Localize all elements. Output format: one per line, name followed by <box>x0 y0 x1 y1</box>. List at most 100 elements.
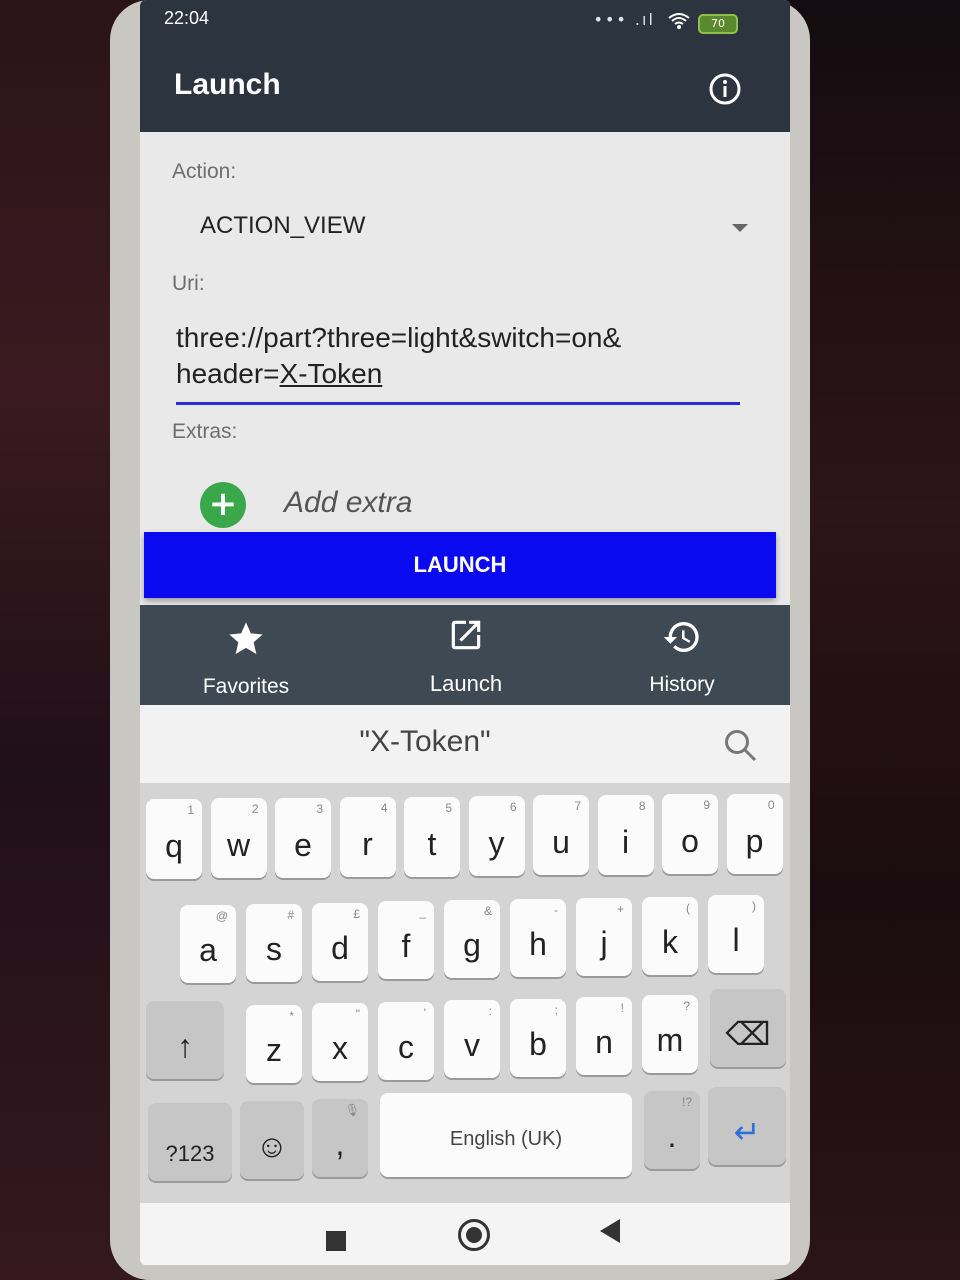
key-hint: ' <box>423 1005 426 1020</box>
action-spinner-value: ACTION_VIEW <box>200 212 366 239</box>
wifi-icon <box>668 12 690 29</box>
key-k[interactable]: (k <box>642 896 698 975</box>
key-label: z <box>266 1032 282 1068</box>
key-label: d <box>331 929 349 966</box>
comma-key[interactable]: 🎙 , <box>312 1099 368 1177</box>
symbols-key[interactable]: ?123 <box>148 1103 232 1181</box>
key-j[interactable]: + j <box>576 897 632 976</box>
action-label: Action: <box>172 160 237 183</box>
phone-screen: 22:04 ••• .ıl 70 Launch Action: ACTION_V… <box>140 0 790 1265</box>
key-label: s <box>266 930 282 967</box>
key-i[interactable]: 8i <box>597 794 654 875</box>
key-label: n <box>595 1024 613 1060</box>
add-extra-label: Add extra <box>284 486 413 519</box>
background-right <box>790 0 960 1280</box>
key-t[interactable]: 5t <box>404 796 460 877</box>
key-e[interactable]: 3e <box>275 797 331 878</box>
key-q[interactable]: 1q <box>146 799 202 879</box>
action-spinner[interactable]: ACTION_VIEW <box>170 194 760 258</box>
space-key-label: English (UK) <box>449 1128 563 1150</box>
key-label: c <box>398 1028 414 1065</box>
enter-key[interactable]: ↵ <box>708 1087 786 1165</box>
system-navigation-bar <box>140 1203 790 1265</box>
key-y[interactable]: 6y <box>468 796 525 876</box>
app-bar: Launch <box>140 44 790 132</box>
key-w[interactable]: 2w <box>210 798 267 879</box>
key-hint: 5 <box>445 800 452 815</box>
key-hint: 1 <box>187 803 194 817</box>
key-x[interactable]: " x <box>312 1003 368 1082</box>
suggestion-chip[interactable]: "X-Token" <box>140 725 710 759</box>
extras-label: Extras: <box>172 420 238 443</box>
key-a[interactable]: @ a <box>180 905 236 983</box>
key-d[interactable]: £ d <box>312 902 368 981</box>
signal-wifi-icons: ••• .ıl <box>594 10 690 29</box>
key-l[interactable]: ) l <box>708 895 764 974</box>
key-h[interactable]: -h <box>510 899 566 977</box>
history-icon <box>663 622 699 652</box>
key-g[interactable]: & g <box>444 900 500 979</box>
key-hint: * <box>289 1009 294 1023</box>
key-label: j <box>600 924 608 961</box>
bottom-navigation: Favorites Launch History <box>140 605 790 705</box>
period-hint: !? <box>681 1095 692 1109</box>
key-c[interactable]: ' c <box>378 1001 434 1080</box>
key-label: g <box>463 927 481 964</box>
back-triangle-icon[interactable] <box>600 1219 620 1243</box>
key-o[interactable]: 9o <box>662 794 718 875</box>
key-hint: 2 <box>251 802 259 817</box>
key-hint: # <box>287 907 294 922</box>
key-hint: ( <box>686 900 690 915</box>
key-f[interactable]: _ f <box>378 901 434 980</box>
key-label: a <box>199 932 217 968</box>
key-label: f <box>401 928 411 965</box>
info-icon[interactable] <box>708 72 742 106</box>
launch-button[interactable]: LAUNCH <box>144 532 776 598</box>
uri-label: Uri: <box>172 272 205 295</box>
shift-key[interactable]: ↑ <box>146 1001 224 1079</box>
add-circle-icon: + <box>200 482 246 528</box>
dropdown-arrow-icon <box>732 224 748 232</box>
key-hint: £ <box>353 906 360 921</box>
emoji-key[interactable]: ☺ <box>240 1101 304 1179</box>
key-hint: 6 <box>509 800 517 814</box>
nav-item-history[interactable]: History <box>592 617 772 697</box>
key-v[interactable]: :v <box>444 1000 500 1079</box>
space-key[interactable]: English (UK) <box>380 1093 632 1177</box>
key-label: e <box>294 826 312 863</box>
key-r[interactable]: 4r <box>339 797 396 878</box>
key-label: r <box>362 826 373 863</box>
nav-item-favorites[interactable]: Favorites <box>156 619 336 699</box>
key-label: t <box>427 825 437 862</box>
uri-text-prefix: header= <box>176 358 280 389</box>
key-s[interactable]: # s <box>246 903 302 982</box>
key-b[interactable]: ; b <box>510 998 566 1077</box>
nav-label-launch: Launch <box>429 671 503 696</box>
key-u[interactable]: 7u <box>533 795 589 876</box>
enter-icon: ↵ <box>733 1114 761 1150</box>
add-extra-button[interactable]: + Add extra <box>200 482 620 530</box>
key-hint: : <box>488 1004 492 1019</box>
app-title: Launch <box>174 68 281 101</box>
period-key-label: . <box>667 1118 677 1154</box>
key-z[interactable]: * z <box>246 1005 302 1083</box>
key-label: o <box>681 823 699 860</box>
key-label: u <box>552 824 570 861</box>
key-label: p <box>745 822 764 859</box>
key-p[interactable]: 0p <box>726 793 783 874</box>
key-m[interactable]: ? m <box>642 995 698 1074</box>
period-key[interactable]: !? . <box>644 1091 700 1169</box>
key-hint: 7 <box>574 799 581 814</box>
recents-square-icon[interactable] <box>326 1231 346 1251</box>
star-icon <box>229 622 263 654</box>
uri-input[interactable]: three://part?three=light&switch=on& head… <box>176 320 740 405</box>
status-bar: 22:04 ••• .ıl 70 <box>140 0 790 44</box>
battery-icon: 70 <box>698 14 738 34</box>
search-icon[interactable] <box>722 727 758 763</box>
key-n[interactable]: ! n <box>576 997 632 1075</box>
backspace-key[interactable]: ⌫ <box>710 989 786 1067</box>
home-circle-icon[interactable] <box>458 1219 490 1251</box>
key-label: y <box>488 825 505 861</box>
nav-item-launch[interactable]: Launch <box>376 615 556 697</box>
key-hint: ; <box>554 1002 558 1017</box>
